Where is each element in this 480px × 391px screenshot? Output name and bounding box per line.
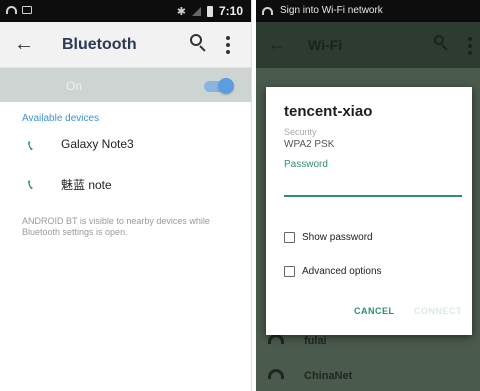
bluetooth-screen: ✱ 7:10 ← Bluetooth On Available devices …: [0, 0, 252, 391]
password-input[interactable]: [284, 175, 462, 197]
security-label: Security: [284, 127, 317, 137]
page-title: Bluetooth: [62, 36, 137, 53]
show-password-checkbox[interactable]: [284, 232, 295, 243]
network-name: ChinaNet: [304, 370, 353, 382]
battery-icon: [206, 5, 213, 17]
connect-button[interactable]: CONNECT: [414, 306, 462, 316]
available-devices-header: Available devices: [22, 113, 100, 124]
advanced-options-checkbox-row[interactable]: Advanced options: [284, 265, 464, 281]
password-label: Password: [284, 159, 328, 170]
phone-icon: 📞︎: [28, 137, 33, 153]
back-arrow-icon[interactable]: ←: [268, 34, 286, 55]
back-arrow-icon[interactable]: ←: [14, 33, 34, 56]
visibility-note: ANDROID BT is visible to nearby devices …: [22, 216, 210, 237]
status-bar: ✱ 7:10: [0, 0, 251, 22]
wifi-icon: [268, 334, 284, 344]
page-title: Wi-Fi: [308, 37, 343, 53]
security-value: WPA2 PSK: [284, 139, 335, 150]
show-password-label: Show password: [302, 232, 373, 243]
show-password-checkbox-row[interactable]: Show password: [284, 231, 464, 247]
more-options-icon[interactable]: [226, 36, 230, 54]
app-bar: ← Bluetooth: [0, 22, 251, 68]
toggle-label: On: [66, 79, 83, 93]
phone-icon: 📞︎: [28, 176, 33, 192]
bluetooth-toggle-switch[interactable]: [218, 78, 234, 94]
device-item-meilan-note[interactable]: 📞︎ 魅蓝 note: [0, 165, 251, 203]
search-icon[interactable]: [434, 35, 452, 55]
status-bar: Sign into Wi-Fi network: [256, 0, 480, 22]
device-item-galaxy-note3[interactable]: 📞︎ Galaxy Note3: [0, 126, 251, 164]
status-notification-title: Sign into Wi-Fi network: [280, 5, 383, 16]
advanced-options-checkbox[interactable]: [284, 266, 295, 277]
wifi-signal-icon: [262, 7, 273, 15]
bluetooth-status-icon: ✱: [176, 5, 186, 18]
app-bar: ← Wi-Fi: [256, 22, 480, 68]
wifi-signal-icon: [6, 6, 17, 14]
device-name: 魅蓝 note: [61, 178, 112, 192]
more-options-icon[interactable]: [468, 37, 472, 58]
wifi-screen: Sign into Wi-Fi network ← Wi-Fi fulai Ch…: [256, 0, 480, 391]
status-time: 7:10: [218, 4, 243, 18]
network-name: fulai: [304, 335, 327, 347]
image-notification-icon: [22, 6, 32, 14]
cancel-button[interactable]: CANCEL: [354, 306, 395, 316]
search-icon[interactable]: [190, 34, 208, 54]
cell-signal-icon: [191, 6, 201, 16]
dialog-ssid-title: tencent-xiao: [284, 103, 373, 120]
network-item-chinanet[interactable]: ChinaNet: [256, 361, 480, 391]
bluetooth-toggle-row[interactable]: On: [0, 68, 251, 102]
wifi-icon: [268, 369, 284, 379]
device-name: Galaxy Note3: [61, 137, 134, 151]
advanced-options-label: Advanced options: [302, 266, 382, 277]
wifi-password-dialog: tencent-xiao Security WPA2 PSK Password …: [266, 87, 472, 335]
